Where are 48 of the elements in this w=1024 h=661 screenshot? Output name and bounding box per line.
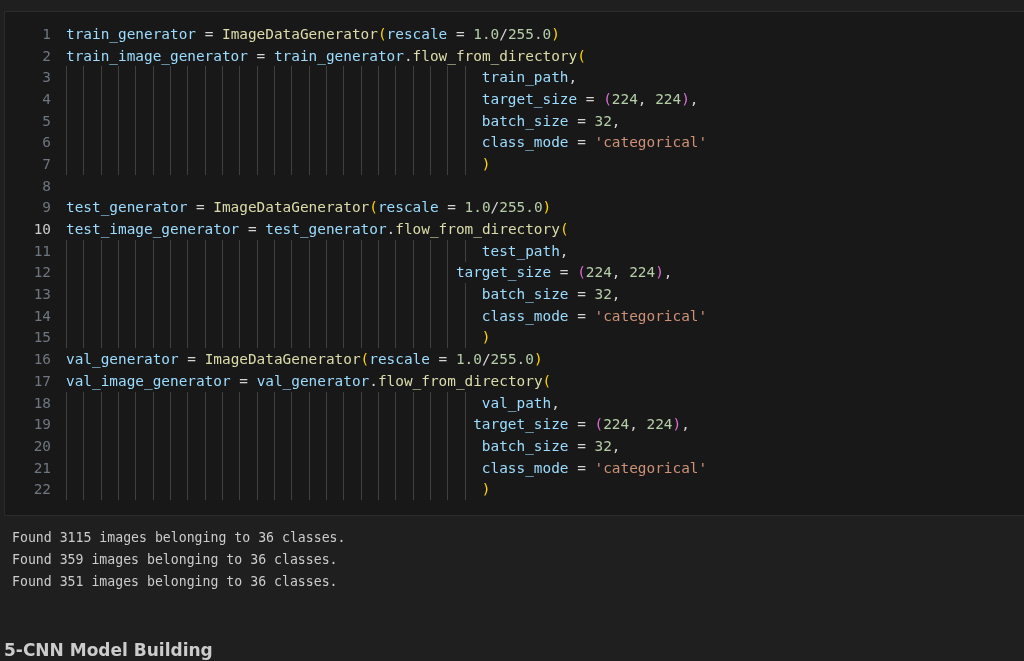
line-number: 21 xyxy=(32,459,52,476)
line-number: 20 xyxy=(32,437,52,454)
line-number: 10 xyxy=(32,221,52,238)
code-line: ) xyxy=(481,480,491,500)
code-line: val_image_generator = val_generator.flow_from_directory( xyxy=(66,371,552,392)
line-number: 4 xyxy=(41,90,52,107)
line-number: 19 xyxy=(32,416,52,433)
line-number: 5 xyxy=(41,112,52,129)
code-line: test_generator = ImageDataGenerator(rescale = 1.0/255.0) xyxy=(66,198,552,218)
line-number: 16 xyxy=(32,351,52,368)
line-number: 1 xyxy=(41,25,52,42)
code-line: target_size = (224, 224), xyxy=(473,415,690,435)
code-line: train_generator = ImageDataGenerator(rescale = 1.0/255.0) xyxy=(66,24,560,45)
line-number: 9 xyxy=(41,199,52,216)
code-line: test_image_generator = test_generator.flow_from_directory( xyxy=(66,220,569,240)
line-number: 6 xyxy=(41,134,52,151)
code-line: ) xyxy=(481,328,491,348)
output-line: Found 351 images belonging to 36 classes. xyxy=(12,572,339,591)
code-line: batch_size = 32, xyxy=(481,436,621,457)
code-line: target_size = (224, 224), xyxy=(455,263,673,283)
code-line: test_path, xyxy=(481,241,569,262)
code-line: target_size = (224, 224), xyxy=(481,89,699,110)
code-line: batch_size = 32, xyxy=(481,285,621,305)
output-line: Found 3115 images belonging to 36 classes. xyxy=(12,529,347,548)
code-line: val_path, xyxy=(481,393,560,414)
section-heading: 5-CNN Model Building xyxy=(3,640,214,661)
code-line: train_path, xyxy=(481,68,578,88)
code-line: val_generator = ImageDataGenerator(rescale = 1.0/255.0) xyxy=(66,350,543,370)
line-number: 11 xyxy=(32,242,52,259)
code-line: batch_size = 32, xyxy=(481,111,621,132)
line-number: 22 xyxy=(32,481,52,498)
line-number: 7 xyxy=(41,155,52,172)
line-number: 2 xyxy=(41,47,52,64)
line-number: 15 xyxy=(32,329,52,346)
code-line: class_mode = 'categorical' xyxy=(481,133,708,153)
line-number: 18 xyxy=(32,394,52,411)
code-line: ) xyxy=(481,154,491,174)
code-cell[interactable] xyxy=(4,11,1024,517)
code-line: class_mode = 'categorical' xyxy=(481,458,708,479)
code-line: train_image_generator = train_generator.flow_from_directory( xyxy=(66,46,586,67)
line-number: 14 xyxy=(32,307,52,324)
line-number: 17 xyxy=(32,372,52,389)
line-number: 12 xyxy=(32,264,52,281)
line-number: 13 xyxy=(32,286,52,303)
line-number: 8 xyxy=(41,177,52,194)
output-line: Found 359 images belonging to 36 classes. xyxy=(12,550,339,569)
line-number: 3 xyxy=(41,69,52,86)
code-line: class_mode = 'categorical' xyxy=(481,306,708,327)
